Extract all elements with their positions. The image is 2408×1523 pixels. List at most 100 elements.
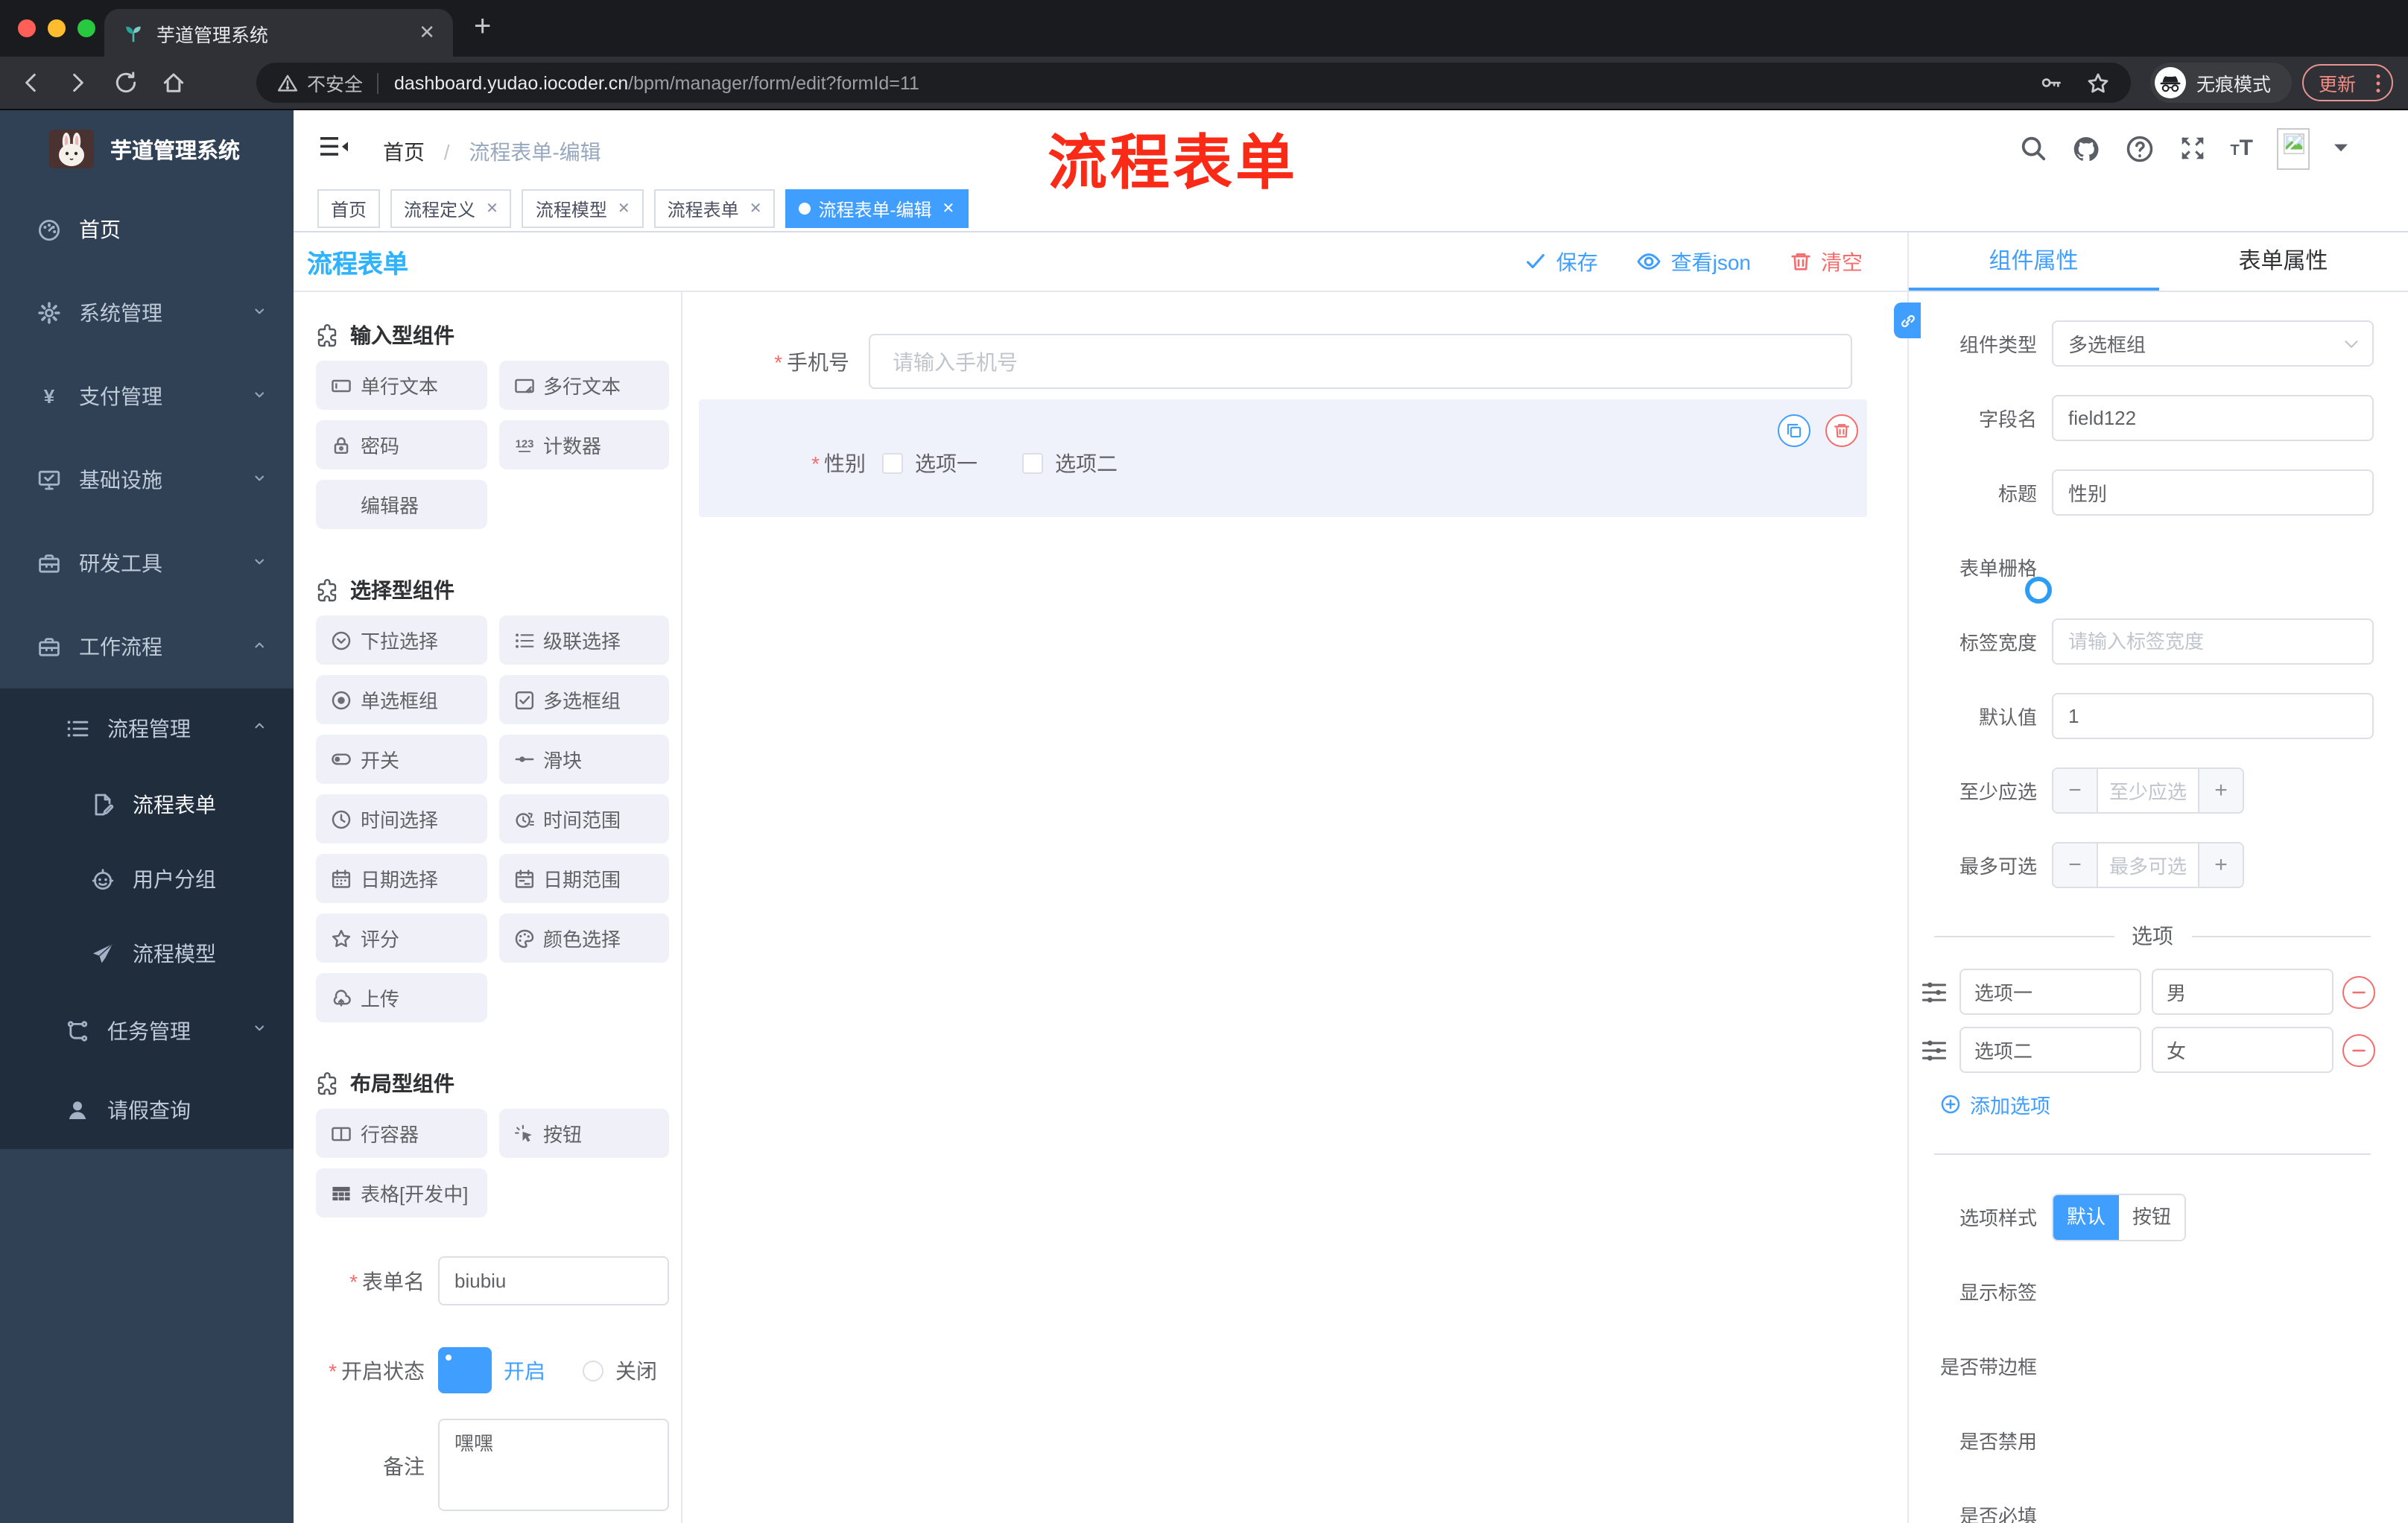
browser-update-button[interactable]: 更新	[2302, 64, 2393, 101]
palette-item-开关[interactable]: 开关	[316, 735, 487, 784]
new-tab-button[interactable]: +	[474, 10, 491, 45]
slider-handle[interactable]	[2025, 576, 2052, 603]
palette-item-按钮[interactable]: 按钮	[498, 1109, 669, 1158]
sidebar-item-流程管理[interactable]: 流程管理	[0, 688, 294, 767]
help-icon[interactable]	[2124, 133, 2154, 163]
password-key-icon[interactable]	[2040, 72, 2062, 94]
sidebar-item-支付管理[interactable]: ¥ 支付管理	[0, 355, 294, 438]
hamburger-icon[interactable]	[320, 134, 349, 159]
option-label-input[interactable]	[1959, 1027, 2141, 1073]
stepper-decrease-button[interactable]: −	[2053, 843, 2098, 887]
copy-component-button[interactable]	[1778, 414, 1810, 447]
save-button[interactable]: 保存	[1525, 247, 1598, 276]
remark-textarea[interactable]: 嘿嘿	[438, 1419, 669, 1511]
add-option-button[interactable]: 添加选项	[1940, 1091, 2374, 1118]
sidebar-item-研发工具[interactable]: 研发工具	[0, 522, 294, 605]
palette-item-行容器[interactable]: 行容器	[316, 1109, 487, 1158]
selected-component-gender[interactable]: * 性别 选项一 选项二	[699, 399, 1867, 517]
tag-首页[interactable]: 首页	[317, 189, 381, 228]
palette-item-滑块[interactable]: 滑块	[498, 735, 669, 784]
stepper-decrease-button[interactable]: −	[2053, 769, 2098, 812]
palette-item-评分[interactable]: 评分	[316, 914, 487, 963]
macos-window-controls[interactable]	[18, 19, 95, 37]
clear-button[interactable]: 清空	[1790, 247, 1863, 276]
palette-item-表格[开发中][interactable]: 表格[开发中]	[316, 1168, 487, 1218]
minimize-window-button[interactable]	[48, 19, 66, 37]
stepper-increase-button[interactable]: +	[2198, 769, 2243, 812]
back-icon[interactable]	[18, 70, 43, 95]
drag-handle-icon[interactable]	[1921, 978, 1948, 1005]
palette-item-颜色选择[interactable]: 颜色选择	[498, 914, 669, 963]
gender-option-选项一[interactable]: 选项一	[882, 449, 978, 478]
tag-流程定义[interactable]: 流程定义 ✕	[390, 189, 512, 228]
sidebar-item-任务管理[interactable]: 任务管理	[0, 991, 294, 1070]
fullscreen-icon[interactable]	[2178, 134, 2206, 162]
sidebar-item-用户分组[interactable]: 用户分组	[0, 842, 294, 916]
option-style-默认[interactable]: 默认	[2053, 1194, 2119, 1239]
zoom-window-button[interactable]	[77, 19, 95, 37]
tag-close-icon[interactable]: ✕	[750, 200, 762, 217]
breadcrumb-home[interactable]: 首页	[383, 140, 425, 164]
sidebar-item-流程模型[interactable]: 流程模型	[0, 916, 294, 991]
delete-component-button[interactable]	[1825, 414, 1858, 447]
home-icon[interactable]	[161, 70, 186, 95]
palette-item-多行文本[interactable]: 多行文本	[498, 361, 669, 410]
search-icon[interactable]	[2018, 134, 2047, 162]
palette-item-上传[interactable]: 上传	[316, 973, 487, 1022]
palette-item-编辑器[interactable]: 编辑器	[316, 480, 487, 529]
forward-icon[interactable]	[66, 70, 91, 95]
option-value-input[interactable]	[2152, 1027, 2333, 1073]
reload-icon[interactable]	[113, 70, 139, 95]
default-value-input[interactable]	[2052, 693, 2374, 739]
status-on-radio[interactable]	[438, 1347, 492, 1393]
option-label-input[interactable]	[1959, 969, 2141, 1015]
sidebar-item-基础设施[interactable]: 基础设施	[0, 438, 294, 522]
github-icon[interactable]	[2070, 133, 2100, 163]
tag-流程表单[interactable]: 流程表单 ✕	[653, 189, 776, 228]
tag-close-icon[interactable]: ✕	[618, 200, 630, 217]
palette-item-密码[interactable]: 密码	[316, 420, 487, 469]
stepper-increase-button[interactable]: +	[2198, 843, 2243, 887]
tag-close-icon[interactable]: ✕	[942, 200, 954, 217]
palette-item-日期选择[interactable]: 日期选择	[316, 854, 487, 903]
label-width-input[interactable]	[2052, 618, 2374, 665]
chevron-down-icon[interactable]	[2333, 143, 2348, 153]
address-bar[interactable]: 不安全 dashboard.yudao.iocoder.cn/bpm/manag…	[256, 63, 2131, 103]
palette-item-单行文本[interactable]: 单行文本	[316, 361, 487, 410]
checkbox[interactable]	[1022, 453, 1043, 474]
option-style-按钮[interactable]: 按钮	[2119, 1194, 2184, 1239]
palette-item-时间范围[interactable]: 时间范围	[498, 794, 669, 843]
font-size-icon[interactable]: TT	[2230, 136, 2253, 161]
link-tab[interactable]	[1894, 303, 1921, 338]
sidebar-item-系统管理[interactable]: 系统管理	[0, 271, 294, 355]
palette-item-级联选择[interactable]: 级联选择	[498, 615, 669, 665]
app-logo[interactable]: 芋道管理系统	[0, 110, 294, 188]
palette-item-计数器[interactable]: 123 计数器	[498, 420, 669, 469]
palette-item-单选框组[interactable]: 单选框组	[316, 675, 487, 724]
remove-option-button[interactable]	[2342, 1033, 2375, 1066]
status-off-radio[interactable]	[583, 1360, 603, 1381]
form-name-input[interactable]	[438, 1256, 669, 1305]
sidebar-item-工作流程[interactable]: 工作流程	[0, 605, 294, 688]
palette-item-多选框组[interactable]: 多选框组	[498, 675, 669, 724]
tag-close-icon[interactable]: ✕	[486, 200, 498, 217]
remove-option-button[interactable]	[2342, 975, 2375, 1008]
phone-input[interactable]	[869, 334, 1852, 389]
field-name-input[interactable]	[2052, 395, 2374, 441]
sidebar-item-请假查询[interactable]: 请假查询	[0, 1070, 294, 1149]
kebab-menu-icon[interactable]	[2375, 72, 2381, 93]
title-input[interactable]	[2052, 469, 2374, 516]
max-select-stepper[interactable]: − 最多可选 +	[2052, 842, 2244, 888]
tag-流程表单-编辑[interactable]: 流程表单-编辑 ✕	[785, 189, 969, 228]
gender-option-选项二[interactable]: 选项二	[1022, 449, 1118, 478]
min-select-stepper[interactable]: − 至少应选 +	[2052, 767, 2244, 814]
phone-field-row[interactable]: * 手机号	[772, 334, 1852, 389]
bookmark-star-icon[interactable]	[2086, 71, 2110, 95]
tag-流程模型[interactable]: 流程模型 ✕	[522, 189, 644, 228]
palette-item-日期范围[interactable]: 日期范围	[498, 854, 669, 903]
tab-component-props[interactable]: 组件属性	[1909, 232, 2158, 291]
sidebar-item-流程表单[interactable]: 流程表单	[0, 767, 294, 842]
browser-tab[interactable]: 芋道管理系统 ✕	[104, 9, 453, 57]
checkbox[interactable]	[882, 453, 903, 474]
palette-item-时间选择[interactable]: 时间选择	[316, 794, 487, 843]
